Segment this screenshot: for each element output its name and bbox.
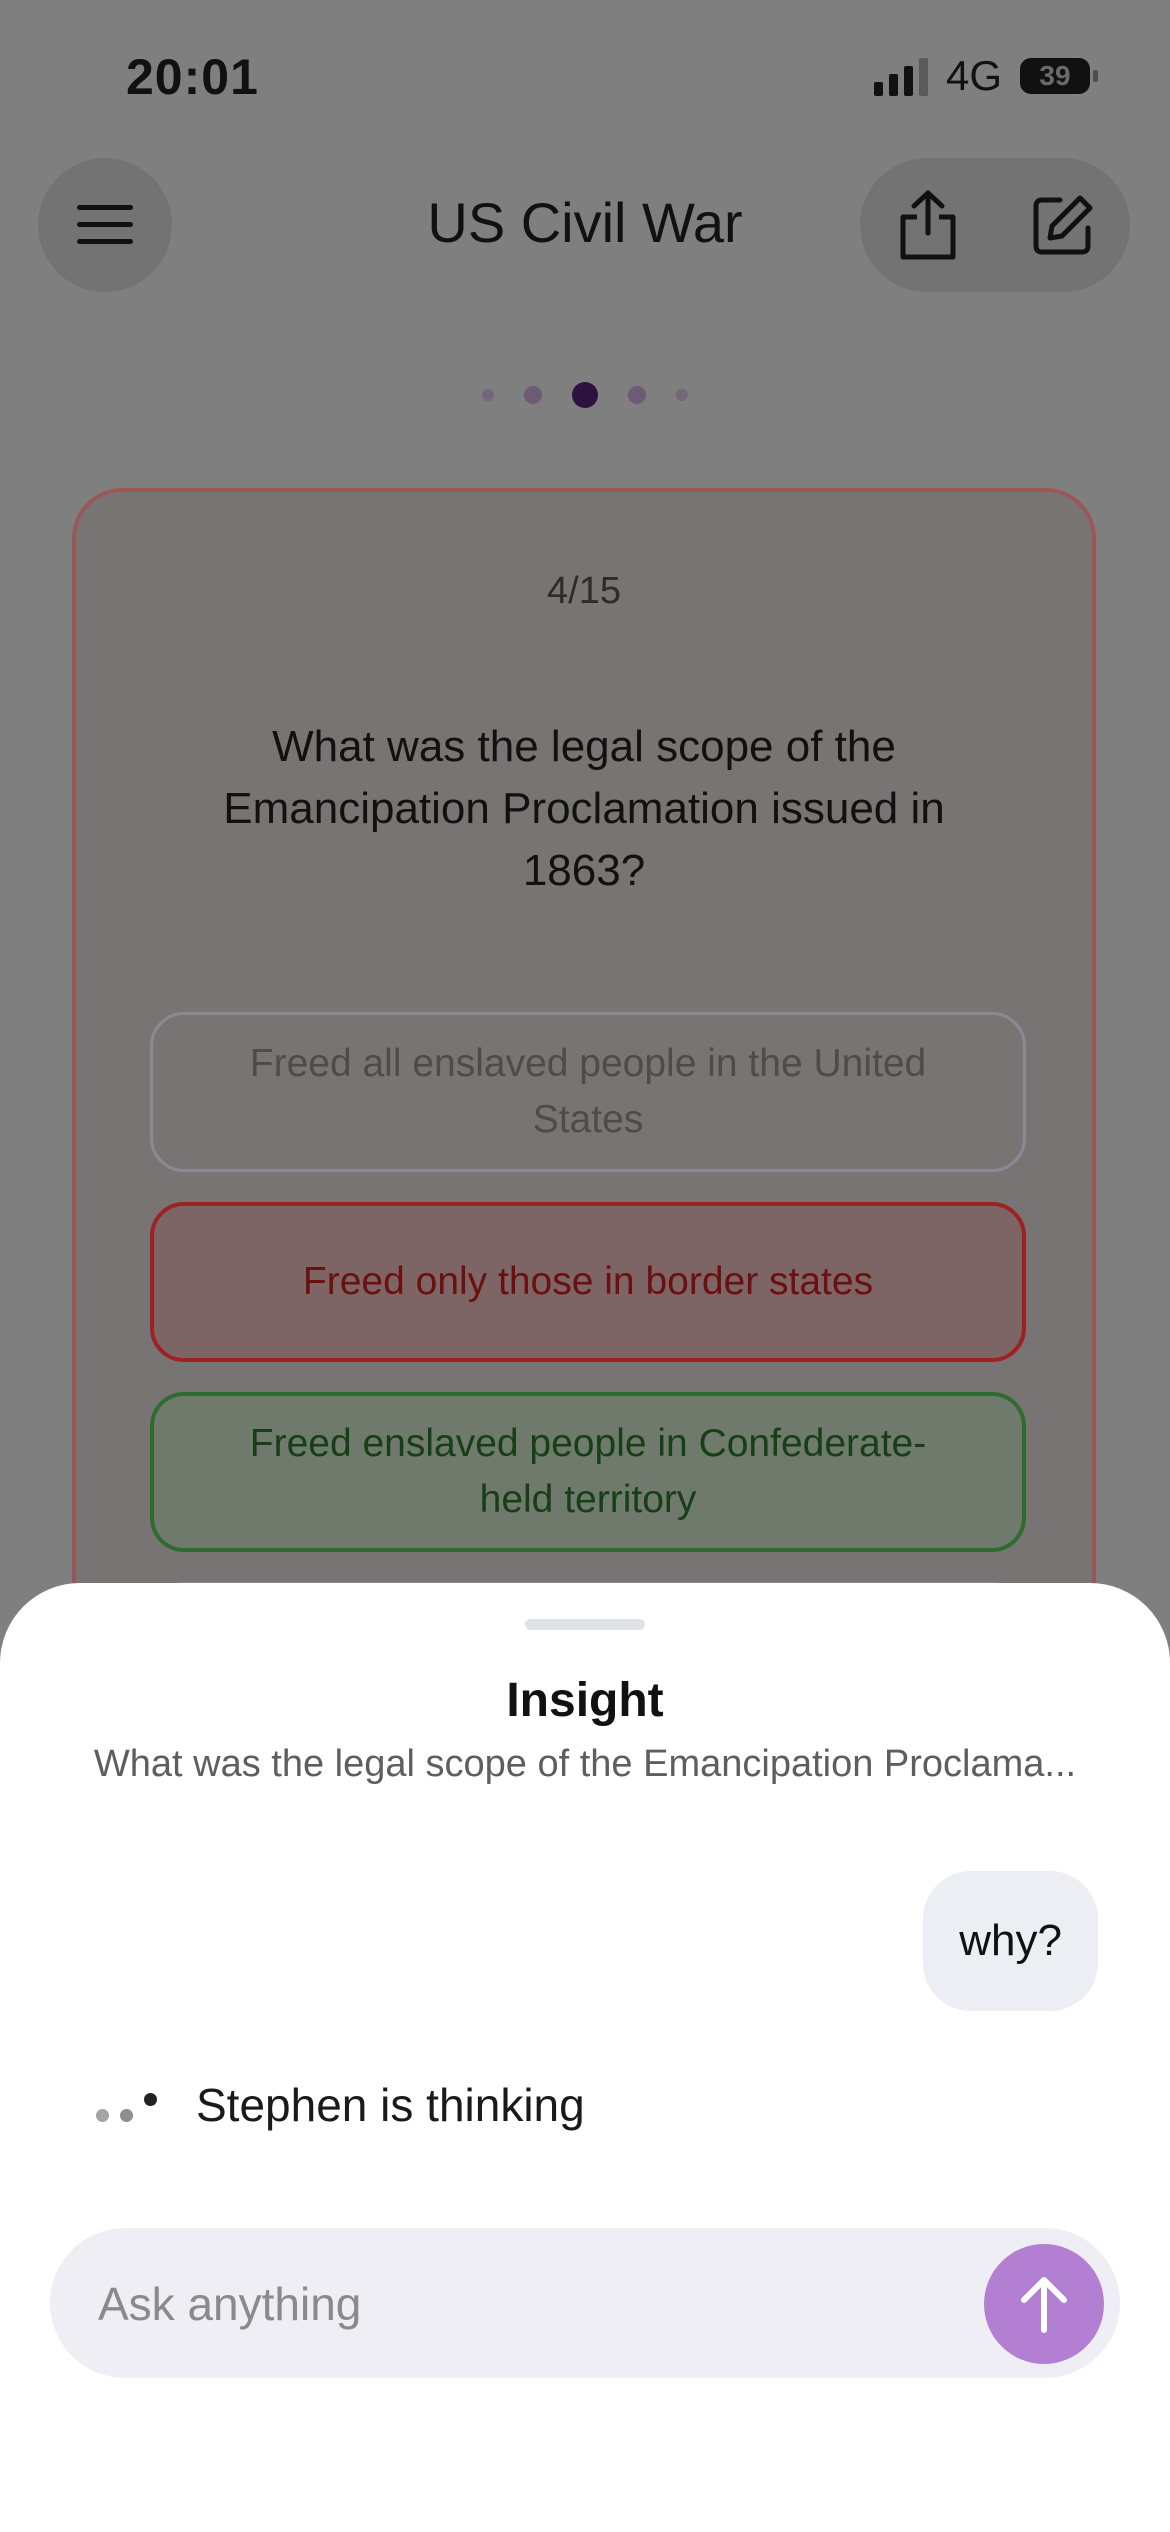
typing-dots-icon (94, 2085, 160, 2125)
pager-dot[interactable] (628, 386, 646, 404)
status-time: 20:01 (126, 49, 259, 105)
user-message-text: why? (959, 1916, 1062, 1965)
arrow-up-icon (1021, 2277, 1067, 2333)
thinking-indicator: Stephen is thinking (94, 2078, 585, 2132)
pager-dot[interactable] (524, 386, 542, 404)
pager-dot[interactable] (482, 389, 494, 401)
sheet-title: Insight (506, 1674, 664, 1727)
insight-sheet: Insight What was the legal scope of the … (0, 1583, 1170, 2532)
answer-option-label: Freed only those in border states (302, 1260, 874, 1303)
question-text: What was the legal scope of the Emancipa… (223, 722, 945, 895)
answer-option-label: Freed all enslaved people in the United … (249, 1042, 927, 1141)
answer-option[interactable]: Freed all enslaved people in the United … (150, 1012, 1026, 1172)
share-icon (900, 190, 955, 260)
chat-input[interactable] (96, 2228, 960, 2380)
answer-option-correct[interactable]: Freed enslaved people in Confederate-hel… (150, 1392, 1026, 1552)
sheet-grabber[interactable] (525, 1619, 645, 1630)
chat-input-bar (50, 2228, 1120, 2380)
send-button[interactable] (984, 2244, 1104, 2364)
user-message-bubble: why? (923, 1871, 1098, 2011)
battery-level: 39 (1039, 60, 1071, 91)
pager-dot-active[interactable] (572, 382, 598, 408)
share-button[interactable] (878, 175, 978, 275)
header-actions (860, 158, 1130, 292)
answer-option-wrong[interactable]: Freed only those in border states (150, 1202, 1026, 1362)
battery-icon: 39 (1020, 58, 1098, 94)
thinking-text: Stephen is thinking (196, 2079, 585, 2131)
pager-dots (0, 382, 1170, 408)
question-counter: 4/15 (547, 570, 621, 612)
sheet-subtitle: What was the legal scope of the Emancipa… (93, 1743, 1077, 1785)
pager-dot[interactable] (676, 389, 688, 401)
status-indicators: 4G 39 (873, 52, 1098, 100)
signal-icon (873, 56, 928, 96)
answer-option-label: Freed enslaved people in Confederate-hel… (249, 1422, 927, 1521)
edit-button[interactable] (1013, 175, 1113, 275)
network-type: 4G (945, 52, 1002, 99)
edit-icon (1033, 195, 1092, 255)
